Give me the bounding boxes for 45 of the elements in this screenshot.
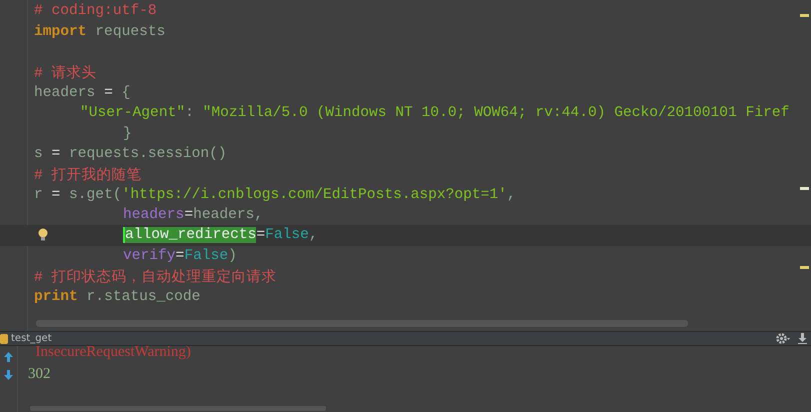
code-token: # coding:utf-8 bbox=[34, 3, 157, 20]
code-token: requests.session() bbox=[68, 146, 227, 162]
code-token: headers bbox=[123, 207, 184, 224]
code-token: ) bbox=[228, 248, 237, 264]
code-token: # 请求头 bbox=[34, 64, 97, 82]
code-token: , bbox=[308, 227, 318, 244]
code-token: 'https://i.cnblogs.com/EditPosts.aspx?opt=1' bbox=[122, 186, 507, 203]
run-tab-title[interactable]: test_get bbox=[11, 333, 52, 344]
code-token: False bbox=[265, 227, 309, 244]
code-token: print bbox=[34, 288, 78, 305]
code-token: s bbox=[34, 146, 44, 162]
marker-stripe bbox=[800, 14, 809, 17]
code-token: requests bbox=[94, 24, 166, 40]
code-token: import bbox=[34, 24, 87, 40]
code-token: } bbox=[123, 126, 132, 142]
console-line: InsecureRequestWarning) bbox=[34, 344, 192, 362]
console-line: 302 bbox=[28, 364, 52, 384]
code-token: = bbox=[52, 186, 60, 203]
code-token: = bbox=[184, 207, 194, 224]
settings-icon[interactable] bbox=[776, 333, 790, 344]
code-token: s.get( bbox=[68, 186, 122, 203]
code-token: verify bbox=[123, 248, 176, 264]
code-token: headers bbox=[34, 84, 96, 101]
code-token: "Mozilla/5.0 (Windows NT 10.0; WOW64; rv:44.0) Gecko/20100101 Firef bbox=[202, 105, 790, 122]
down-arrow-icon[interactable] bbox=[4, 370, 13, 380]
download-icon[interactable] bbox=[798, 333, 807, 344]
up-arrow-icon[interactable] bbox=[4, 352, 13, 362]
code-token: = bbox=[256, 227, 266, 244]
code-token: # 打印状态码，自动处理重定向请求 bbox=[34, 268, 277, 286]
code-token: r.status_code bbox=[86, 288, 200, 305]
code-token: "User-Agent" bbox=[80, 105, 186, 122]
code-token: # 打开我的随笔 bbox=[34, 166, 142, 184]
marker-stripe bbox=[800, 187, 809, 190]
code-token: headers, bbox=[193, 207, 264, 224]
highlighted-code: allow_redirects bbox=[123, 227, 256, 244]
code-token: : bbox=[185, 105, 195, 122]
code-token: { bbox=[120, 84, 130, 101]
code-token: = bbox=[104, 84, 113, 101]
code-token: False bbox=[184, 248, 228, 264]
code-token: , bbox=[506, 186, 516, 203]
lightbulb-icon[interactable] bbox=[38, 228, 48, 242]
code-token: = bbox=[52, 146, 60, 162]
code-token: r bbox=[34, 186, 44, 203]
marker-stripe bbox=[800, 266, 809, 269]
code-token: = bbox=[176, 248, 184, 264]
